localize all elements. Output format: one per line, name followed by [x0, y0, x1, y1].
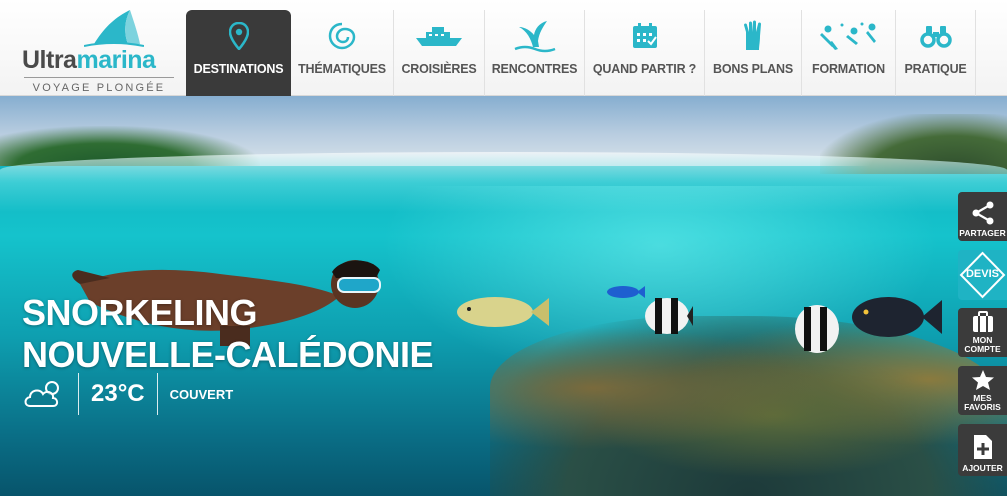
boat-icon: [414, 10, 464, 62]
logo-tagline: VOYAGE PLONGÉE: [32, 82, 166, 94]
main-nav: DESTINATIONS THÉMATIQUES CROISIÈRES RENC…: [186, 10, 976, 96]
whale-tail-icon: [513, 10, 557, 62]
nav-label: FORMATION: [812, 62, 885, 76]
fish-blue: [607, 286, 645, 298]
devis-button[interactable]: DEVIS: [958, 250, 1007, 300]
map-pin-icon: [228, 10, 249, 62]
star-icon: [971, 370, 994, 390]
logo[interactable]: Ultramarina VOYAGE PLONGÉE: [14, 6, 182, 94]
seashell-icon: [327, 10, 357, 62]
logo-wordmark: Ultramarina: [22, 46, 156, 75]
cloud-sun-icon: [24, 381, 59, 407]
weather-divider: [78, 373, 79, 415]
binoculars-icon: [919, 10, 952, 62]
nav-label: PRATIQUE: [904, 62, 967, 76]
nav-label: BONS PLANS: [713, 62, 793, 76]
account-label: MON COMPTE: [964, 336, 1000, 354]
weather-divider: [156, 373, 158, 415]
nav-item-thematiques[interactable]: THÉMATIQUES: [291, 10, 394, 96]
nav-item-formation[interactable]: FORMATION: [802, 10, 896, 96]
share-icon: [972, 201, 993, 225]
fish-yellow: [457, 297, 549, 327]
site-header: Ultramarina VOYAGE PLONGÉE DESTINATIONS …: [0, 0, 1007, 96]
sail-logo-icon: [84, 10, 144, 47]
fish-dark: [852, 297, 942, 337]
favorites-label-line2: FAVORIS: [964, 402, 1001, 412]
weather-condition: COUVERT: [169, 386, 234, 402]
weather-widget: 23°C COUVERT: [22, 372, 233, 416]
fish-striped-2: [795, 305, 839, 353]
nav-item-rencontres[interactable]: RENCONTRES: [485, 10, 585, 96]
hero-title-line2: NOUVELLE-CALÉDONIE: [22, 334, 434, 375]
favorites-label: MES FAVORIS: [964, 394, 1001, 412]
share-button[interactable]: PARTAGER: [958, 192, 1007, 241]
favorites-button[interactable]: MES FAVORIS: [958, 366, 1007, 415]
nav-label: DESTINATIONS: [193, 62, 284, 76]
suitcase-icon: [972, 311, 993, 332]
devis-label: DEVIS: [965, 268, 999, 280]
nav-label: RENCONTRES: [491, 62, 578, 76]
add-document-icon: [973, 435, 992, 459]
hero-title: SNORKELING NOUVELLE-CALÉDONIE: [22, 292, 434, 376]
nav-item-bons-plans[interactable]: BONS PLANS: [705, 10, 802, 96]
add-label: AJOUTER: [962, 463, 1003, 473]
divers-icon: [818, 10, 880, 62]
nav-label: QUAND PARTIR ?: [592, 62, 697, 76]
calendar-icon: [631, 10, 659, 62]
share-label: PARTAGER: [959, 228, 1006, 238]
add-button[interactable]: AJOUTER: [958, 424, 1007, 476]
fish-striped: [645, 298, 693, 334]
nav-label: CROISIÈRES: [401, 62, 477, 76]
hero-banner: SNORKELING NOUVELLE-CALÉDONIE 23°C COUVE…: [0, 96, 1007, 496]
account-button[interactable]: MON COMPTE: [958, 308, 1007, 357]
hero-coral-reef: [490, 316, 1007, 496]
logo-marina: marina: [76, 46, 156, 74]
nav-item-pratique[interactable]: PRATIQUE: [896, 10, 976, 96]
hero-title-line1: SNORKELING: [22, 292, 258, 333]
ok-hand-icon: [741, 10, 765, 62]
account-label-line2: COMPTE: [964, 344, 1001, 354]
logo-divider: [24, 77, 174, 78]
logo-ultra: Ultra: [22, 46, 77, 74]
nav-item-quand-partir[interactable]: QUAND PARTIR ?: [585, 10, 705, 96]
nav-item-croisieres[interactable]: CROISIÈRES: [394, 10, 485, 96]
weather-temperature: 23°C: [91, 380, 145, 407]
nav-label: THÉMATIQUES: [298, 62, 386, 76]
nav-item-destinations[interactable]: DESTINATIONS: [186, 10, 291, 96]
